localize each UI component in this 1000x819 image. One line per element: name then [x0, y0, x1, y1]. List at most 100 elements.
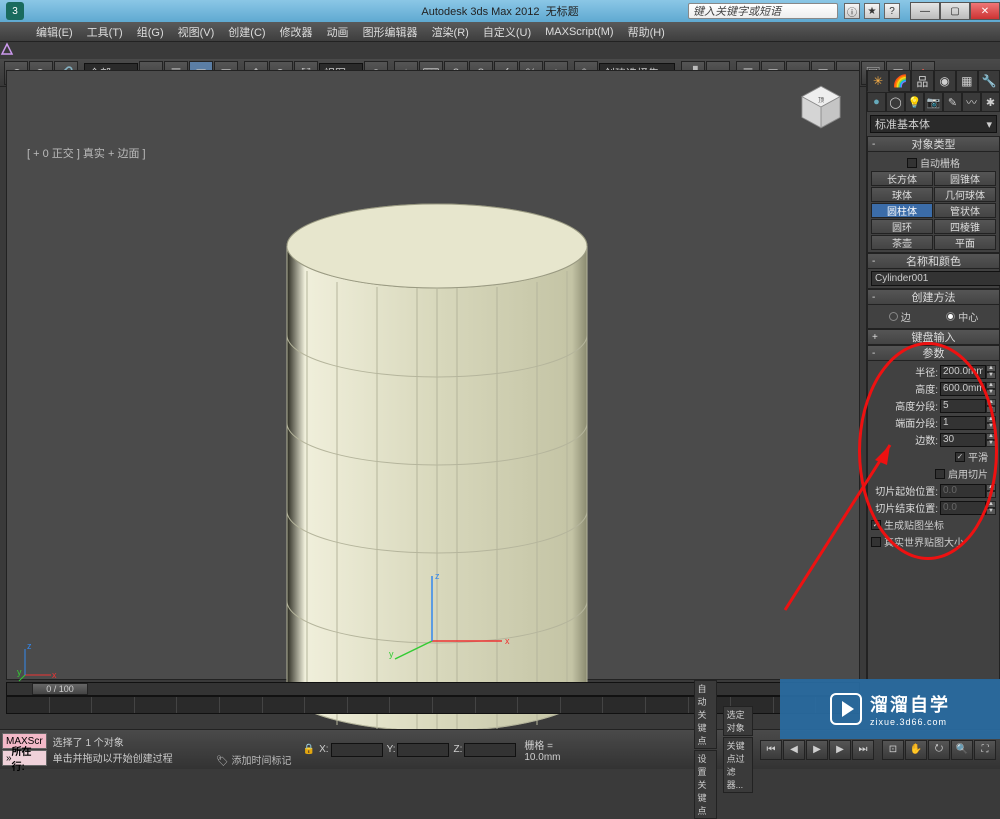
cylinder-button[interactable]: 圆柱体 — [871, 203, 933, 218]
slice-from-spinner — [940, 484, 986, 498]
box-button[interactable]: 长方体 — [871, 171, 933, 186]
spacewarps-subtab[interactable]: 〰 — [962, 92, 981, 112]
goto-end-button[interactable]: ⏭ — [852, 740, 874, 760]
minimize-button[interactable]: — — [910, 2, 940, 20]
menu-animation[interactable]: 动画 — [321, 22, 355, 42]
lights-subtab[interactable]: 💡 — [905, 92, 924, 112]
zoom-button[interactable]: 🔍 — [951, 740, 973, 760]
help-icon[interactable]: ? — [884, 3, 900, 19]
menu-grapheditors[interactable]: 图形编辑器 — [357, 22, 424, 42]
close-button[interactable]: ✕ — [970, 2, 1000, 20]
hierarchy-tab[interactable]: 品 — [911, 70, 933, 92]
geometry-subtab[interactable]: ● — [867, 92, 886, 112]
row-indicator: » 所在行: — [2, 750, 47, 766]
slice-to-spinner — [940, 501, 986, 515]
info-icon[interactable]: ⓘ — [844, 3, 860, 19]
modify-tab[interactable]: 🌈 — [889, 70, 911, 92]
goto-start-button[interactable]: ⏮ — [760, 740, 782, 760]
real-world-checkbox[interactable] — [871, 537, 881, 547]
teapot-button[interactable]: 茶壶 — [871, 235, 933, 250]
time-knob[interactable]: 0 / 100 — [32, 683, 88, 695]
object-name-input[interactable] — [871, 271, 1000, 286]
y-field[interactable] — [397, 743, 449, 757]
x-field[interactable] — [331, 743, 383, 757]
next-frame-button[interactable]: ▶ — [829, 740, 851, 760]
menu-help[interactable]: 帮助(H) — [622, 22, 671, 42]
svg-text:x: x — [52, 670, 57, 680]
cone-button[interactable]: 圆锥体 — [934, 171, 996, 186]
lock-icon[interactable]: 🔒 — [303, 744, 315, 755]
orbit-button[interactable]: ⭮ — [928, 740, 950, 760]
sides-spinner[interactable] — [940, 433, 986, 447]
create-tab[interactable]: ✳ — [867, 70, 889, 92]
time-tag-label[interactable]: 🏷 添加时间标记 — [216, 752, 291, 767]
cameras-subtab[interactable]: 📷 — [924, 92, 943, 112]
time-slider[interactable]: 0 / 100 — [6, 682, 860, 696]
menu-maxscript[interactable]: MAXScript(M) — [539, 24, 619, 40]
creation-method-rollout-header[interactable]: -创建方法 — [867, 289, 1000, 305]
sphere-button[interactable]: 球体 — [871, 187, 933, 202]
menu-views[interactable]: 视图(V) — [172, 22, 221, 42]
smooth-checkbox[interactable]: ✓ — [955, 452, 965, 462]
command-panel: ✳ 🌈 品 ◉ ▦ 🔧 ● ◯ 💡 📷 ✎ 〰 ✱ 标准基本体▾ -对象类型 自… — [866, 70, 1000, 680]
shapes-subtab[interactable]: ◯ — [886, 92, 905, 112]
app-menu-icon[interactable] — [0, 42, 1000, 59]
menu-customize[interactable]: 自定义(U) — [477, 22, 537, 42]
menu-tools[interactable]: 工具(T) — [81, 22, 129, 42]
menu-modifiers[interactable]: 修改器 — [274, 22, 319, 42]
display-tab[interactable]: ▦ — [956, 70, 978, 92]
window-title: Autodesk 3ds Max 2012 无标题 — [421, 3, 578, 19]
center-radio[interactable]: 中心 — [946, 309, 978, 324]
help-search[interactable]: 键入关键字或短语 — [688, 3, 838, 19]
play-button[interactable]: ▶ — [806, 740, 828, 760]
menu-group[interactable]: 组(G) — [131, 22, 170, 42]
helpers-subtab[interactable]: ✎ — [943, 92, 962, 112]
key-filter-button[interactable]: 关键点过滤器... — [723, 737, 753, 793]
viewport[interactable]: [ + 0 正交 ] 真实 + 边面 ] 顶 — [6, 70, 860, 680]
setkey-button[interactable]: 设置关键点 — [694, 750, 717, 819]
menu-rendering[interactable]: 渲染(R) — [426, 22, 475, 42]
geosphere-button[interactable]: 几何球体 — [934, 187, 996, 202]
playback-controls: ⏮ ◀ ▶ ▶ ⏭ — [756, 740, 878, 760]
object-type-grid: 长方体 圆锥体 球体 几何球体 圆柱体 管状体 圆环 四棱锥 茶壶 平面 — [871, 171, 996, 250]
object-type-rollout-header[interactable]: -对象类型 — [867, 136, 1000, 152]
svg-text:顶: 顶 — [818, 97, 824, 104]
menu-edit[interactable]: 编辑(E) — [30, 22, 79, 42]
selected-key-dropdown[interactable]: 选定对象 — [723, 706, 753, 736]
pan-button[interactable]: ✋ — [905, 740, 927, 760]
transform-gizmo[interactable]: x y z — [387, 571, 517, 661]
torus-button[interactable]: 圆环 — [871, 219, 933, 234]
height-spinner[interactable] — [940, 382, 986, 396]
auto-grid-checkbox[interactable] — [907, 158, 917, 168]
height-segs-spinner[interactable] — [940, 399, 986, 413]
title-bar: 3 Autodesk 3ds Max 2012 无标题 键入关键字或短语 ⓘ ★… — [0, 0, 1000, 22]
tube-button[interactable]: 管状体 — [934, 203, 996, 218]
viewcube[interactable]: 顶 — [795, 81, 847, 133]
gen-map-checkbox[interactable]: ✓ — [871, 520, 881, 530]
name-color-rollout-header[interactable]: -名称和颜色 — [867, 253, 1000, 269]
radius-spinner[interactable] — [940, 365, 986, 379]
viewport-label[interactable]: [ + 0 正交 ] 真实 + 边面 ] — [27, 145, 146, 161]
svg-text:y: y — [17, 667, 22, 677]
systems-subtab[interactable]: ✱ — [981, 92, 1000, 112]
cap-segs-spinner[interactable] — [940, 416, 986, 430]
plane-button[interactable]: 平面 — [934, 235, 996, 250]
command-panel-tabs: ✳ 🌈 品 ◉ ▦ 🔧 — [867, 70, 1000, 92]
star-icon[interactable]: ★ — [864, 3, 880, 19]
category-dropdown[interactable]: 标准基本体▾ — [870, 115, 997, 133]
maximize-button[interactable]: ▢ — [940, 2, 970, 20]
parameters-rollout-header[interactable]: -参数 — [867, 345, 1000, 361]
motion-tab[interactable]: ◉ — [934, 70, 956, 92]
menu-create[interactable]: 创建(C) — [222, 22, 271, 42]
prev-frame-button[interactable]: ◀ — [783, 740, 805, 760]
coordinate-display: 🔒 X: Y: Z: — [299, 743, 521, 757]
isolate-button[interactable]: ⊡ — [882, 740, 904, 760]
z-field[interactable] — [464, 743, 516, 757]
edge-radio[interactable]: 边 — [889, 309, 911, 324]
maximize-viewport-button[interactable]: ⛶ — [974, 740, 996, 760]
slice-on-checkbox[interactable] — [935, 469, 945, 479]
autokey-button[interactable]: 自动关键点 — [694, 680, 717, 749]
utilities-tab[interactable]: 🔧 — [978, 70, 1000, 92]
pyramid-button[interactable]: 四棱锥 — [934, 219, 996, 234]
keyboard-entry-rollout-header[interactable]: +键盘输入 — [867, 329, 1000, 345]
